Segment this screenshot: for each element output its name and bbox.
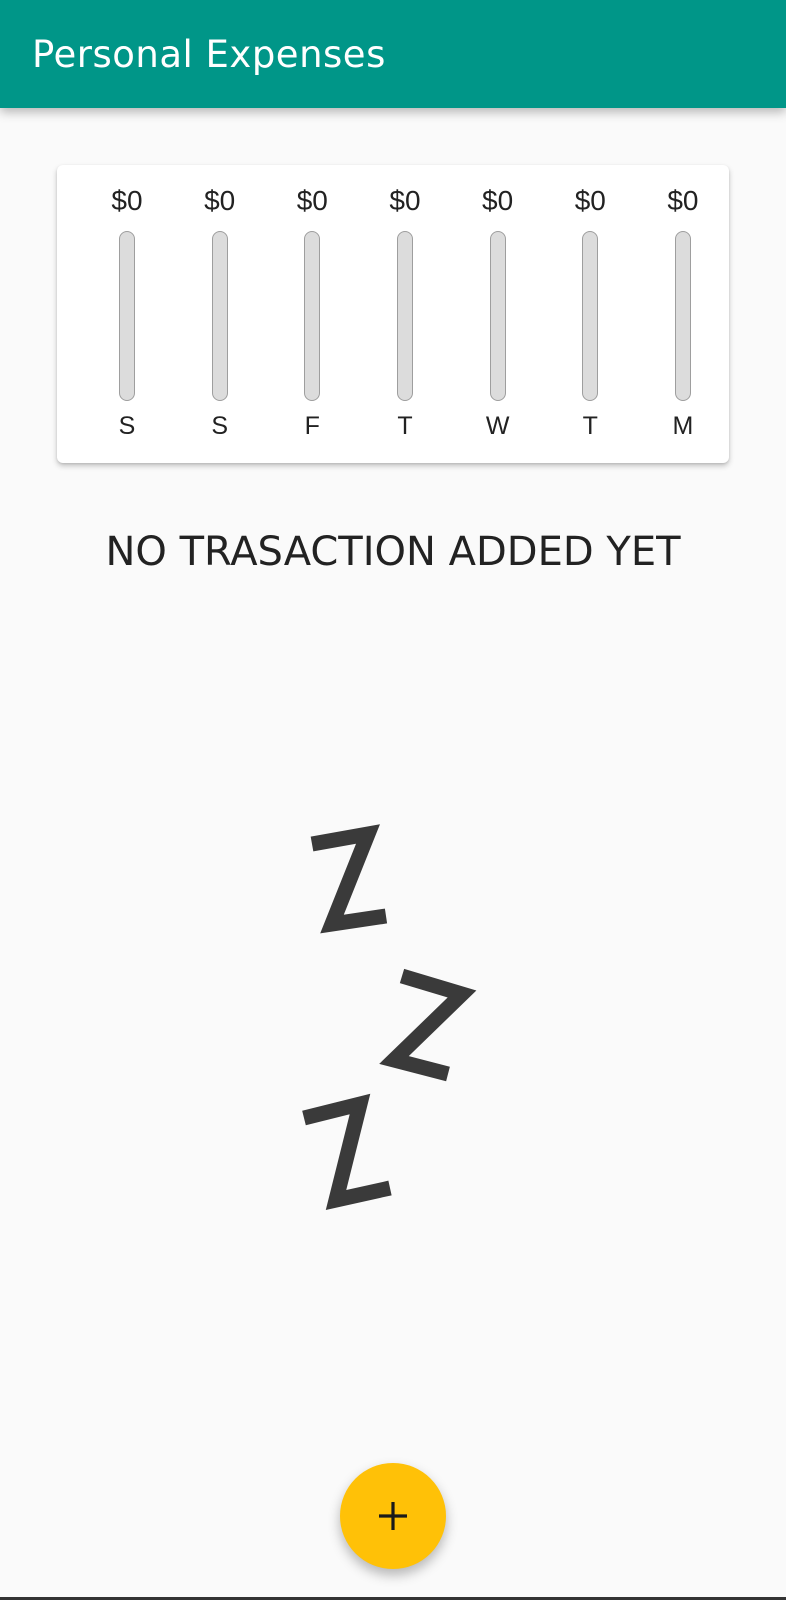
bar-day-label: T — [397, 412, 413, 440]
bar-track — [582, 231, 599, 401]
plus-icon — [379, 1502, 407, 1530]
bar-amount: $0 — [482, 185, 514, 216]
app-title: Personal Expenses — [32, 33, 386, 76]
chart-bar: $0 S — [87, 183, 167, 453]
bar-track — [211, 231, 228, 401]
bar-amount: $0 — [667, 185, 699, 216]
bar-amount: $0 — [296, 185, 328, 216]
bar-day-label: T — [582, 412, 598, 440]
chart-bar: $0 W — [458, 183, 538, 453]
bar-track — [304, 231, 321, 401]
bar-track — [489, 231, 506, 401]
bar-track — [119, 231, 135, 401]
bar-day-label: F — [304, 412, 320, 440]
bar-amount: $0 — [204, 185, 236, 216]
chart-bar: $0 F — [272, 183, 352, 453]
bar-track — [396, 231, 413, 401]
bar-day-label: M — [672, 412, 694, 440]
chart-bar: $0 M — [643, 183, 723, 453]
empty-state-message: NO TRASACTION ADDED YET — [105, 529, 681, 575]
bar-amount: $0 — [574, 185, 606, 216]
bar-amount: $0 — [389, 185, 421, 216]
chart-bar: $0 T — [550, 183, 630, 453]
weekly-chart-card: $0 S $0 S $0 F $0 T $0 W $0 T $0 M — [57, 165, 729, 463]
bar-amount: $0 — [111, 185, 143, 216]
bar-day-label: S — [118, 412, 136, 440]
app-bar: Personal Expenses — [0, 0, 786, 108]
bar-day-label: S — [211, 412, 228, 440]
add-transaction-button[interactable] — [340, 1463, 446, 1569]
chart-bars-row: $0 S $0 S $0 F $0 T $0 W $0 T $0 M — [87, 183, 723, 453]
bar-day-label: W — [485, 412, 510, 440]
chart-bar: $0 T — [365, 183, 445, 453]
sleeping-zzz-icon — [302, 824, 477, 1210]
bar-track — [674, 231, 691, 401]
chart-bar: $0 S — [180, 183, 260, 453]
